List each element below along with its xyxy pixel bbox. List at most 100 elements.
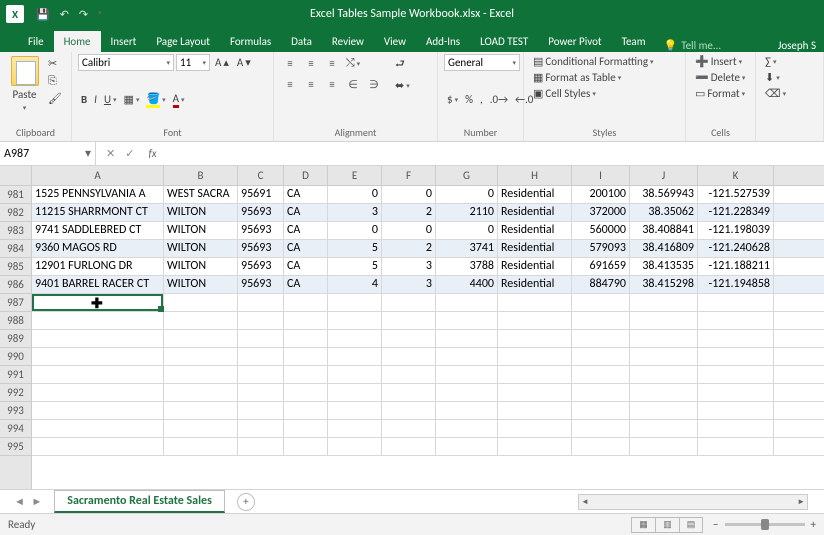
tab-insert[interactable]: Insert bbox=[101, 31, 147, 52]
cell[interactable] bbox=[698, 438, 774, 455]
cell[interactable] bbox=[436, 348, 498, 365]
cell[interactable] bbox=[382, 348, 436, 365]
font-color-button[interactable]: A▾ bbox=[170, 91, 188, 109]
cell-styles-button[interactable]: ▣ Cell Styles▾ bbox=[530, 86, 679, 101]
column-headers[interactable]: ABCDEFGHIJK bbox=[32, 166, 824, 186]
row-header[interactable]: 992 bbox=[0, 384, 31, 402]
column-header[interactable]: E bbox=[328, 166, 382, 185]
cell[interactable]: 3741 bbox=[436, 240, 498, 257]
cell[interactable] bbox=[498, 294, 572, 311]
cell[interactable]: 38.413535 bbox=[630, 258, 698, 275]
cell[interactable] bbox=[382, 312, 436, 329]
cell[interactable]: 200100 bbox=[572, 186, 630, 203]
zoom-out-button[interactable]: − bbox=[713, 518, 718, 531]
cell[interactable]: WILTON bbox=[164, 204, 238, 221]
cell[interactable]: 38.569943 bbox=[630, 186, 698, 203]
cell[interactable]: 0 bbox=[436, 186, 498, 203]
insert-cells-button[interactable]: ➕ Insert▾ bbox=[692, 54, 749, 69]
conditional-formatting-button[interactable]: ▤ Conditional Formatting▾ bbox=[530, 54, 679, 69]
tab-file[interactable]: File bbox=[18, 31, 54, 52]
cell[interactable]: 9360 MAGOS RD bbox=[32, 240, 164, 257]
underline-button[interactable]: U▾ bbox=[101, 91, 120, 109]
clear-button[interactable]: ⌫▾ bbox=[762, 86, 817, 101]
cell[interactable] bbox=[238, 420, 284, 437]
row-headers[interactable]: 9819829839849859869879889899909919929939… bbox=[0, 186, 32, 489]
cell[interactable]: 1525 PENNSYLVANIA A bbox=[32, 186, 164, 203]
cell[interactable] bbox=[382, 402, 436, 419]
cell[interactable] bbox=[382, 438, 436, 455]
increase-decimal-button[interactable]: .0→ bbox=[487, 92, 511, 107]
cell[interactable] bbox=[630, 384, 698, 401]
cell[interactable] bbox=[328, 312, 382, 329]
cell[interactable] bbox=[164, 366, 238, 383]
cell[interactable] bbox=[572, 420, 630, 437]
worksheet-grid[interactable]: ABCDEFGHIJK 9819829839849859869879889899… bbox=[0, 166, 824, 489]
cell[interactable] bbox=[284, 384, 328, 401]
align-bottom-button[interactable]: ≡ bbox=[322, 54, 342, 72]
cell[interactable]: Residential bbox=[498, 204, 572, 221]
cell[interactable]: -121.188211 bbox=[698, 258, 774, 275]
bold-button[interactable]: B bbox=[78, 91, 90, 109]
cell[interactable]: 0 bbox=[328, 186, 382, 203]
currency-button[interactable]: $▾ bbox=[444, 92, 461, 107]
column-header[interactable]: H bbox=[498, 166, 572, 185]
number-format-select[interactable]: General▾ bbox=[444, 54, 520, 71]
row-header[interactable]: 983 bbox=[0, 222, 31, 240]
column-header[interactable]: D bbox=[284, 166, 328, 185]
autosum-button[interactable]: ∑▾ bbox=[762, 54, 817, 69]
save-icon[interactable]: 💾 bbox=[36, 8, 50, 21]
paste-button[interactable]: Paste▾ bbox=[6, 54, 43, 113]
cell[interactable]: CA bbox=[284, 222, 328, 239]
cell[interactable] bbox=[32, 366, 164, 383]
cell[interactable]: Residential bbox=[498, 258, 572, 275]
cell[interactable] bbox=[328, 402, 382, 419]
row-header[interactable]: 995 bbox=[0, 438, 31, 456]
cell[interactable]: CA bbox=[284, 258, 328, 275]
cell[interactable]: 579093 bbox=[572, 240, 630, 257]
border-button[interactable]: ▦▾ bbox=[121, 91, 143, 109]
column-header[interactable]: I bbox=[572, 166, 630, 185]
cell[interactable] bbox=[238, 438, 284, 455]
cell[interactable]: 95693 bbox=[238, 276, 284, 293]
cell[interactable] bbox=[164, 402, 238, 419]
cell[interactable] bbox=[32, 402, 164, 419]
cell[interactable] bbox=[630, 438, 698, 455]
cell[interactable]: Residential bbox=[498, 276, 572, 293]
cell[interactable] bbox=[436, 384, 498, 401]
cell[interactable] bbox=[382, 330, 436, 347]
cell[interactable]: 2110 bbox=[436, 204, 498, 221]
cell[interactable] bbox=[328, 294, 382, 311]
cell[interactable] bbox=[572, 384, 630, 401]
cell[interactable]: WILTON bbox=[164, 258, 238, 275]
cell[interactable]: 12901 FURLONG DR bbox=[32, 258, 164, 275]
row-header[interactable]: 988 bbox=[0, 312, 31, 330]
cell[interactable]: 372000 bbox=[572, 204, 630, 221]
row-header[interactable]: 986 bbox=[0, 276, 31, 294]
cell[interactable] bbox=[284, 402, 328, 419]
cell[interactable] bbox=[698, 330, 774, 347]
cell[interactable]: 0 bbox=[436, 222, 498, 239]
cell[interactable]: 0 bbox=[382, 222, 436, 239]
page-layout-view-button[interactable]: ▥ bbox=[655, 517, 679, 533]
cell[interactable] bbox=[328, 348, 382, 365]
cell[interactable]: 95693 bbox=[238, 222, 284, 239]
cell[interactable]: -121.198039 bbox=[698, 222, 774, 239]
cell[interactable] bbox=[630, 366, 698, 383]
cell[interactable]: CA bbox=[284, 204, 328, 221]
cell[interactable] bbox=[238, 330, 284, 347]
cell[interactable] bbox=[238, 294, 284, 311]
cell[interactable] bbox=[328, 366, 382, 383]
tab-load-test[interactable]: LOAD TEST bbox=[470, 31, 538, 52]
cell[interactable] bbox=[572, 402, 630, 419]
cell[interactable]: 38.416809 bbox=[630, 240, 698, 257]
zoom-control[interactable]: − + bbox=[713, 518, 816, 531]
wrap-text-button[interactable]: ⮐ bbox=[392, 54, 413, 75]
cell[interactable]: 3 bbox=[382, 258, 436, 275]
cell[interactable] bbox=[698, 402, 774, 419]
name-box[interactable]: A987▾ bbox=[0, 142, 96, 165]
row-header[interactable]: 993 bbox=[0, 402, 31, 420]
tell-me[interactable]: 💡Tell me... bbox=[664, 39, 722, 52]
cell[interactable] bbox=[630, 294, 698, 311]
enter-formula-icon[interactable]: ✓ bbox=[125, 147, 134, 160]
format-as-table-button[interactable]: ▦ Format as Table▾ bbox=[530, 70, 679, 85]
